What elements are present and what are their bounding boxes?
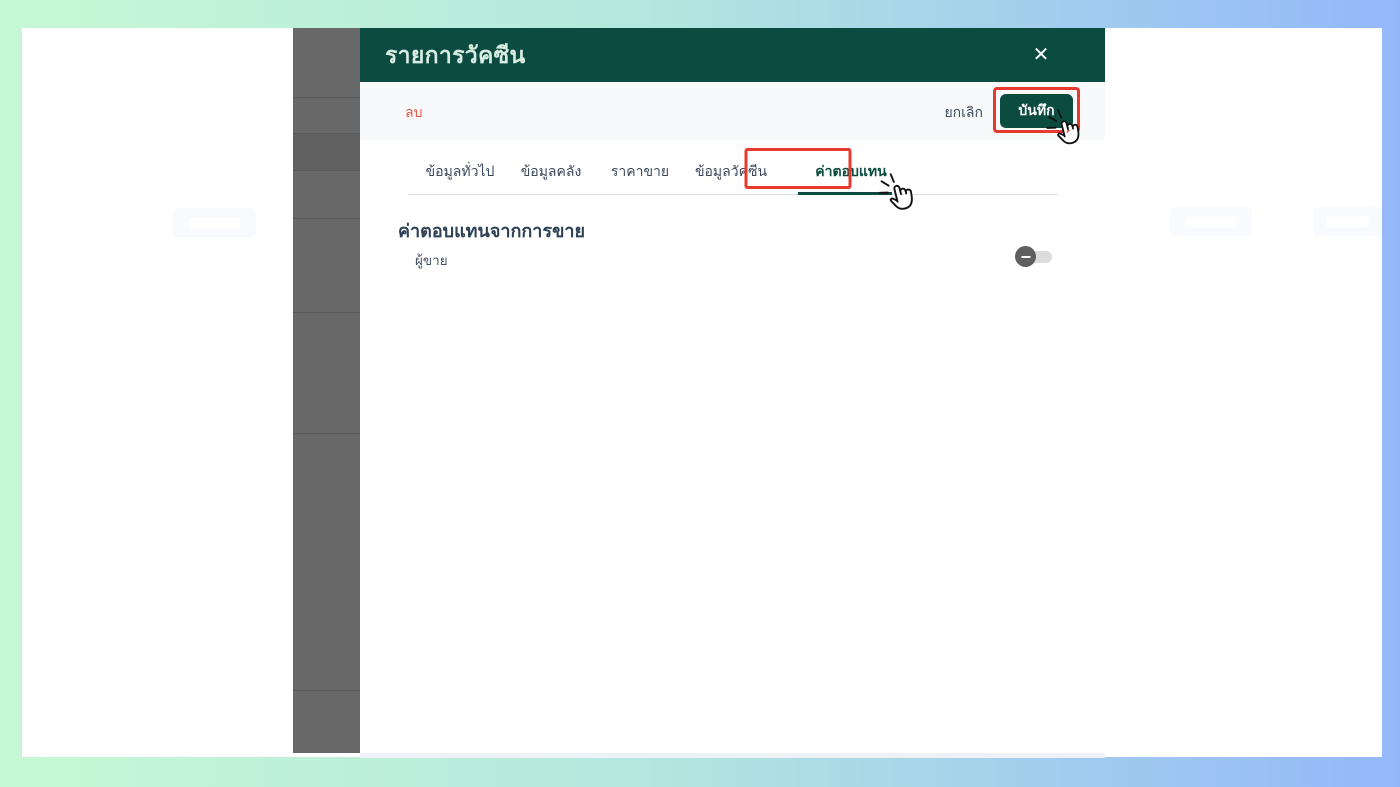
- modal-title: รายการวัคซีน: [385, 42, 526, 68]
- tab-vaccine-info[interactable]: ข้อมูลวัคซีน: [695, 161, 767, 183]
- seller-toggle-label: ผู้ขาย: [415, 253, 448, 268]
- modal-header: รายการวัคซีน ✕: [360, 28, 1105, 82]
- tab-sale-price[interactable]: ราคาขาย: [611, 161, 669, 183]
- tab-divider: [408, 194, 1058, 195]
- save-button[interactable]: บันทึก: [1000, 94, 1073, 128]
- sidebar-item-dimmed: [293, 133, 360, 170]
- vaccine-list-modal: รายการวัคซีน ✕ ลบ ยกเลิก บันทึก ข้อมูลทั…: [360, 28, 1105, 758]
- active-tab-indicator: [798, 192, 892, 195]
- background-button-ghost: [1313, 207, 1382, 236]
- background-button-ghost: [173, 208, 256, 237]
- tab-stock-info[interactable]: ข้อมูลคลัง: [521, 161, 582, 183]
- seller-toggle[interactable]: [1015, 246, 1055, 267]
- app-sidebar-dimmed: [293, 28, 360, 753]
- cancel-button[interactable]: ยกเลิก: [944, 102, 983, 124]
- section-title: ค่าตอบแทนจากการขาย: [398, 221, 586, 241]
- app-window: รายการวัคซีน ✕ ลบ ยกเลิก บันทึก ข้อมูลทั…: [22, 28, 1382, 758]
- delete-button[interactable]: ลบ: [405, 102, 422, 124]
- tab-bar: ข้อมูลทั่วไป ข้อมูลคลัง ราคาขาย ข้อมูลวั…: [360, 140, 1105, 196]
- minus-icon: [1015, 246, 1036, 267]
- background-button-ghost: [1170, 207, 1252, 236]
- tab-general-info[interactable]: ข้อมูลทั่วไป: [426, 161, 495, 183]
- modal-footer: [360, 753, 1105, 758]
- tab-compensation[interactable]: ค่าตอบแทน: [815, 161, 886, 183]
- desktop-gradient-frame: รายการวัคซีน ✕ ลบ ยกเลิก บันทึก ข้อมูลทั…: [0, 0, 1400, 787]
- modal-toolbar: ลบ ยกเลิก บันทึก: [360, 82, 1105, 140]
- close-icon[interactable]: ✕: [1022, 40, 1060, 70]
